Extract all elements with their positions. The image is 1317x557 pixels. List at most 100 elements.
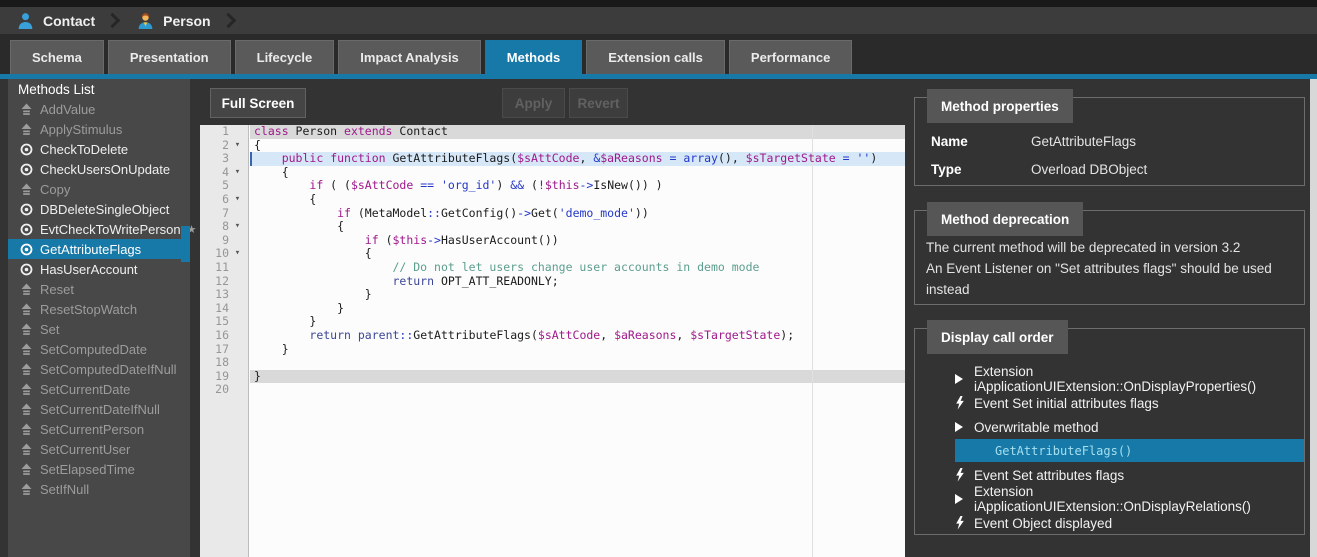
code-line-15[interactable]: } <box>250 315 905 329</box>
full-screen-button[interactable]: Full Screen <box>210 88 306 118</box>
call-order-item-extension-iapplicationuiextension-ondisplayproperties-[interactable]: Extension iApplicationUIExtension::OnDis… <box>915 367 1304 391</box>
code-line-1[interactable]: class Person extends Contact <box>250 125 905 139</box>
code-token: if <box>365 233 379 247</box>
call-order-label: Extension iApplicationUIExtension::OnDis… <box>974 484 1304 514</box>
expand-arrow-icon[interactable] <box>955 374 974 384</box>
sidebar-scrollbar-thumb[interactable] <box>181 226 190 262</box>
code-line-5[interactable]: if ( ($sAttCode == 'org_id') && (!$this-… <box>250 179 905 193</box>
gutter-line-11: 11 <box>200 261 248 275</box>
code-line-16[interactable]: return parent::GetAttributeFlags($sAttCo… <box>250 329 905 343</box>
up-arrow-icon <box>20 383 33 396</box>
sidebar-item-setcomputeddateifnull[interactable]: SetComputedDateIfNull <box>8 359 190 379</box>
call-order-item-event-set-initial-attributes-flags[interactable]: Event Set initial attributes flags <box>915 391 1304 415</box>
apply-button[interactable]: Apply <box>502 88 565 118</box>
sidebar-item-applystimulus[interactable]: ApplyStimulus <box>8 119 190 139</box>
sidebar-item-setcurrentdateifnull[interactable]: SetCurrentDateIfNull <box>8 399 190 419</box>
app-window: Contact Person SchemaPresentationLifecycl… <box>0 0 1317 557</box>
fold-spacer <box>229 152 246 166</box>
revert-button[interactable]: Revert <box>569 88 628 118</box>
tab-presentation[interactable]: Presentation <box>108 40 231 74</box>
code-line-17[interactable]: } <box>250 343 905 357</box>
code-line-11[interactable]: // Do not let users change user accounts… <box>250 261 905 275</box>
line-number: 15 <box>200 315 229 329</box>
sidebar-item-checkusersonupdate[interactable]: CheckUsersOnUpdate <box>8 159 190 179</box>
call-order-item-event-object-displayed[interactable]: Event Object displayed <box>915 511 1304 535</box>
sidebar-item-label: SetCurrentDateIfNull <box>40 402 160 417</box>
fold-marker-icon[interactable]: ▾ <box>229 247 246 261</box>
code-line-3[interactable]: public function GetAttributeFlags($sAttC… <box>250 152 905 166</box>
event-bolt-icon <box>955 396 974 410</box>
event-bolt-icon <box>955 516 974 530</box>
editor-code-area[interactable]: class Person extends Contact { public fun… <box>250 125 905 557</box>
sidebar-item-getattributeflags[interactable]: GetAttributeFlags <box>8 239 190 259</box>
code-token <box>254 151 282 165</box>
code-token: public <box>282 151 324 165</box>
tab-extension-calls[interactable]: Extension calls <box>586 40 725 74</box>
code-line-20[interactable] <box>250 383 905 397</box>
line-number: 17 <box>200 343 229 357</box>
tab-impact-analysis[interactable]: Impact Analysis <box>338 40 481 74</box>
call-order-item-getattributeflags-[interactable]: GetAttributeFlags() <box>955 439 1304 462</box>
code-line-14[interactable]: } <box>250 302 905 316</box>
line-number: 16 <box>200 329 229 343</box>
sidebar-item-checktodelete[interactable]: CheckToDelete <box>8 139 190 159</box>
tab-schema[interactable]: Schema <box>10 40 104 74</box>
up-arrow-icon <box>20 323 33 336</box>
tab-bar: SchemaPresentationLifecycleImpact Analys… <box>10 40 856 74</box>
breadcrumb-item-contact[interactable]: Contact <box>16 11 95 30</box>
sidebar-item-hasuseraccount[interactable]: HasUserAccount <box>8 259 190 279</box>
tab-lifecycle[interactable]: Lifecycle <box>235 40 335 74</box>
sidebar-item-setcurrentdate[interactable]: SetCurrentDate <box>8 379 190 399</box>
sidebar-item-copy[interactable]: Copy <box>8 179 190 199</box>
code-line-13[interactable]: } <box>250 288 905 302</box>
sidebar-item-addvalue[interactable]: AddValue <box>8 99 190 119</box>
sidebar-item-dbdeletesingleobject[interactable]: DBDeleteSingleObject <box>8 199 190 219</box>
code-editor[interactable]: 12▾34▾56▾78▾910▾11121314151617181920 cla… <box>200 125 905 557</box>
code-token: return <box>392 274 434 288</box>
code-token: $sAttCode <box>538 328 600 342</box>
expand-arrow-icon[interactable] <box>955 422 974 432</box>
sidebar-item-setelapsedtime[interactable]: SetElapsedTime <box>8 459 190 479</box>
fold-marker-icon[interactable]: ▾ <box>229 220 246 234</box>
sidebar-item-setcomputeddate[interactable]: SetComputedDate <box>8 339 190 359</box>
code-token: Person <box>289 125 344 138</box>
fold-spacer <box>229 329 246 343</box>
code-line-8[interactable]: { <box>250 220 905 234</box>
sidebar-item-setifnull[interactable]: SetIfNull <box>8 479 190 499</box>
code-line-19[interactable]: } <box>250 370 905 384</box>
sidebar-item-evtchecktowriteperson[interactable]: EvtCheckToWritePerson★ <box>8 219 190 239</box>
fold-marker-icon[interactable]: ▾ <box>229 193 246 207</box>
code-line-10[interactable]: { <box>250 247 905 261</box>
code-line-7[interactable]: if (MetaModel::GetConfig()->Get('demo_mo… <box>250 207 905 221</box>
code-token: $sTargetState <box>746 151 836 165</box>
fold-marker-icon[interactable]: ▾ <box>229 166 246 180</box>
methods-list-title: Methods List <box>8 79 190 99</box>
call-order-item-extension-iapplicationuiextension-ondisplayrelations-[interactable]: Extension iApplicationUIExtension::OnDis… <box>915 487 1304 511</box>
sidebar-item-set[interactable]: Set <box>8 319 190 339</box>
code-line-18[interactable] <box>250 356 905 370</box>
overload-dot-icon <box>20 203 33 216</box>
sidebar-item-setcurrentperson[interactable]: SetCurrentPerson <box>8 419 190 439</box>
tab-performance[interactable]: Performance <box>729 40 852 74</box>
breadcrumb-item-person[interactable]: Person <box>136 11 210 30</box>
gutter-line-3: 3 <box>200 152 248 166</box>
breadcrumb: Contact Person <box>0 7 1317 34</box>
call-order-item-overwritable-method[interactable]: Overwritable method <box>915 415 1304 439</box>
overload-dot-icon <box>20 143 33 156</box>
sidebar-item-setcurrentuser[interactable]: SetCurrentUser <box>8 439 190 459</box>
property-label: Name <box>931 134 1031 150</box>
overload-dot-icon <box>20 223 33 236</box>
fold-marker-icon[interactable]: ▾ <box>229 139 246 153</box>
tab-methods[interactable]: Methods <box>485 40 582 74</box>
right-panel-scrollbar[interactable] <box>1310 79 1317 557</box>
deprecation-text: The current method will be deprecated in… <box>926 237 1294 300</box>
expand-arrow-icon[interactable] <box>955 494 974 504</box>
sidebar-item-label: EvtCheckToWritePerson <box>40 222 181 237</box>
code-line-6[interactable]: { <box>250 193 905 207</box>
up-arrow-icon <box>20 123 33 136</box>
line-number: 6 <box>200 193 229 207</box>
sidebar-item-resetstopwatch[interactable]: ResetStopWatch <box>8 299 190 319</box>
code-token: $aReasons <box>600 151 662 165</box>
sidebar-item-reset[interactable]: Reset <box>8 279 190 299</box>
code-token <box>351 328 358 342</box>
